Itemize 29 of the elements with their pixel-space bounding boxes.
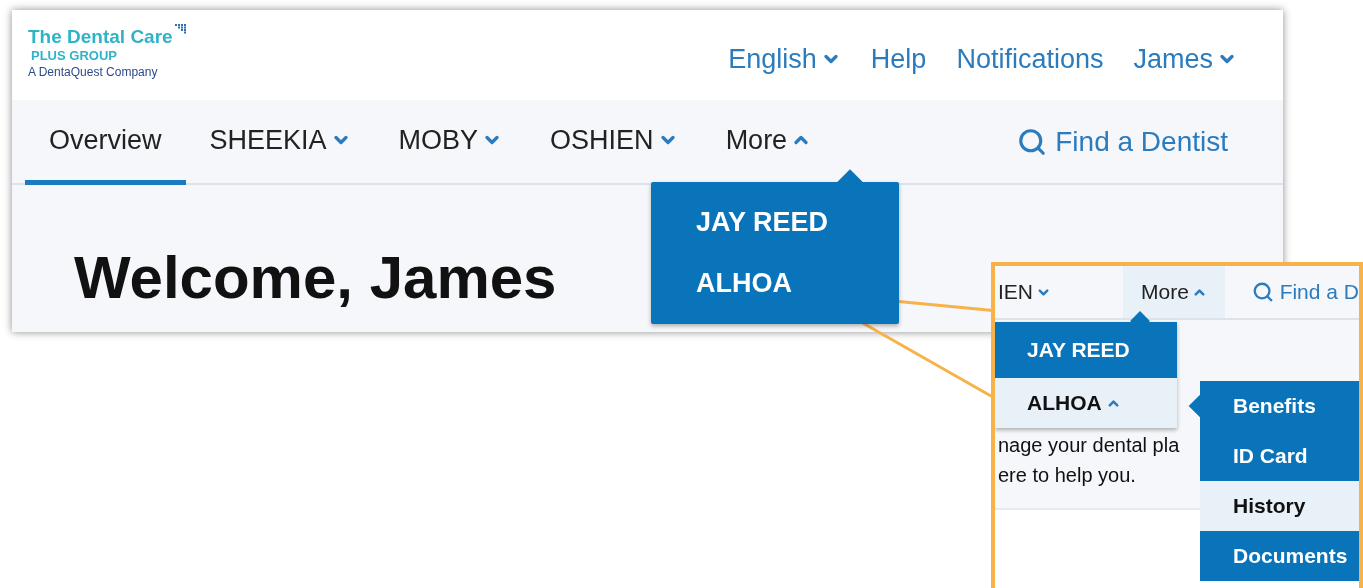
search-icon	[1251, 281, 1274, 303]
nav-tab[interactable]: SHEEKIA	[185, 100, 375, 185]
submenu-item[interactable]: ID Card	[1200, 431, 1359, 481]
submenu-item[interactable]: Documents	[1200, 531, 1359, 581]
header-link[interactable]: James	[1133, 43, 1237, 75]
logo-name: The Dental Care	[28, 26, 173, 48]
nav-tab[interactable]: More	[701, 100, 836, 185]
search-icon	[1017, 126, 1048, 157]
header-link[interactable]: Help	[870, 43, 927, 75]
nav-tab[interactable]: MOBY	[374, 100, 527, 185]
welcome-heading: Welcome, James	[74, 243, 557, 312]
menu-item[interactable]: JAY REED	[651, 192, 899, 253]
header-link[interactable]: Notifications	[956, 43, 1104, 75]
nav-tab[interactable]: IEN	[995, 266, 1065, 318]
intro-text: ere to help you.	[998, 463, 1136, 488]
submenu-item[interactable]: History	[1200, 481, 1359, 531]
menu-item[interactable]: ALHOA	[651, 253, 899, 314]
logo-tagline: A DentaQuest Company	[28, 64, 159, 81]
logo-dots-icon	[174, 24, 187, 34]
nav-tab[interactable]: More	[1123, 266, 1225, 318]
logo-subtitle: PLUS GROUP	[30, 48, 118, 63]
header-link[interactable]: English	[728, 43, 841, 75]
nav-tab[interactable]: OSHIEN	[526, 100, 702, 185]
find-dentist-link[interactable]: Find a Dentist	[1017, 100, 1283, 183]
intro-text: nage your dental pla	[998, 433, 1180, 458]
menu-item[interactable]: ALHOA	[995, 378, 1177, 428]
menu-item[interactable]: JAY REED	[995, 322, 1177, 378]
submenu-item[interactable]: Benefits	[1200, 381, 1359, 431]
find-dentist-link[interactable]: Find a D	[1251, 266, 1359, 318]
